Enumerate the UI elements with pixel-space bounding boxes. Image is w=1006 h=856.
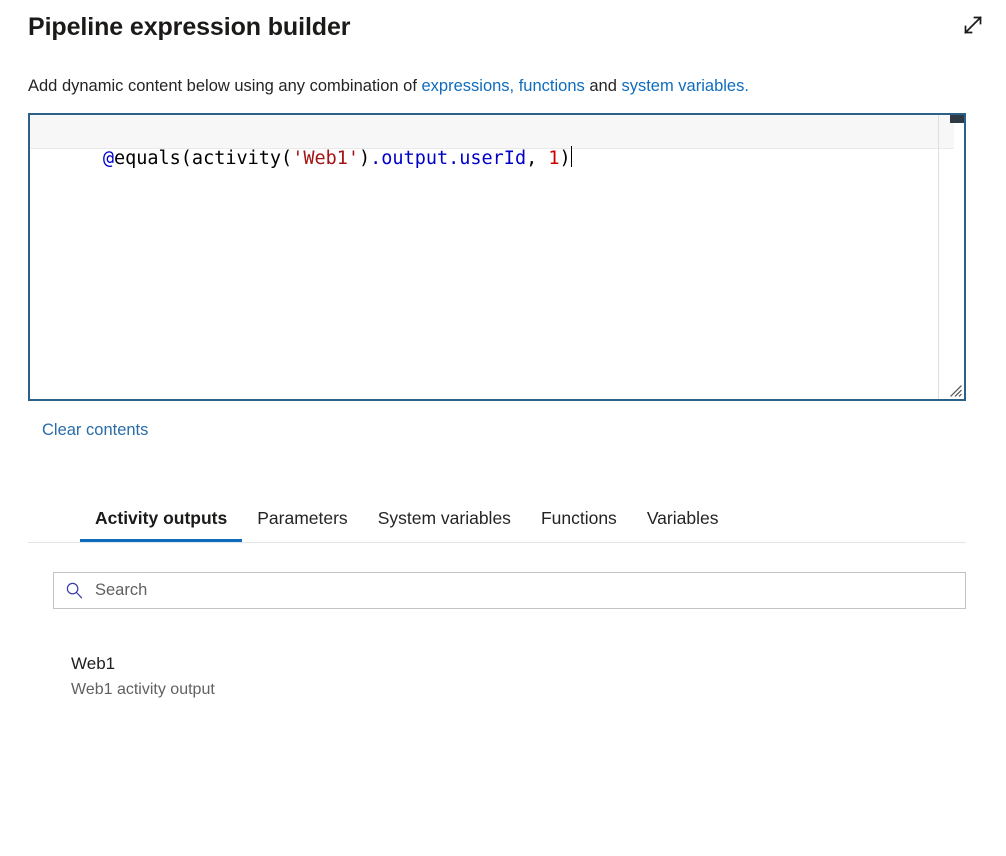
clear-contents-link[interactable]: Clear contents bbox=[42, 419, 148, 441]
activity-output-list: Web1 Web1 activity output bbox=[53, 644, 966, 712]
search-input[interactable] bbox=[93, 573, 955, 608]
tab-list: Activity outputs Parameters System varia… bbox=[80, 495, 733, 543]
description-prefix: Add dynamic content below using any comb… bbox=[28, 77, 422, 95]
search-icon bbox=[64, 581, 84, 601]
system-variables-link[interactable]: system variables. bbox=[621, 77, 748, 95]
text-caret bbox=[570, 146, 572, 167]
dialog-header: Pipeline expression builder bbox=[0, 0, 1006, 60]
expression-editor[interactable]: @equals(activity('Web1').output.userId, … bbox=[28, 113, 966, 401]
token-at: @ bbox=[102, 148, 114, 169]
tab-activity-outputs[interactable]: Activity outputs bbox=[80, 495, 243, 542]
expression-editor-surface[interactable]: @equals(activity('Web1').output.userId, … bbox=[30, 115, 964, 399]
tab-variables[interactable]: Variables bbox=[632, 495, 734, 542]
token-property: .output.userId bbox=[370, 148, 527, 169]
tab-bar-divider bbox=[28, 542, 966, 543]
search-icon-glyph bbox=[66, 582, 82, 599]
editor-scrollbar-thumb[interactable] bbox=[950, 115, 964, 123]
expand-diagonal-icon[interactable] bbox=[954, 6, 992, 44]
tab-parameters[interactable]: Parameters bbox=[242, 495, 362, 542]
description-middle: and bbox=[584, 77, 622, 95]
token-paren-end: ) bbox=[559, 148, 571, 169]
token-number: 1 bbox=[548, 148, 560, 169]
tab-functions[interactable]: Functions bbox=[526, 495, 632, 542]
expressions-functions-link[interactable]: expressions, functions bbox=[422, 77, 585, 95]
token-function: equals(activity( bbox=[113, 148, 293, 169]
list-item[interactable]: Web1 Web1 activity output bbox=[53, 644, 966, 712]
editor-resize-handle[interactable] bbox=[948, 383, 962, 397]
expand-diagonal-icon-glyph bbox=[964, 16, 982, 34]
expression-code-text: @equals(activity('Web1').output.userId, … bbox=[36, 120, 572, 198]
page-title: Pipeline expression builder bbox=[28, 13, 351, 41]
description-text: Add dynamic content below using any comb… bbox=[28, 74, 749, 98]
token-comma: , bbox=[526, 148, 549, 169]
list-item-title: Web1 bbox=[71, 654, 116, 673]
tab-system-variables[interactable]: System variables bbox=[363, 495, 526, 542]
token-string: 'Web1' bbox=[292, 148, 360, 169]
token-paren-close: ) bbox=[359, 148, 371, 169]
search-box[interactable] bbox=[53, 572, 966, 609]
editor-ruler-line bbox=[938, 115, 939, 399]
list-item-subtitle: Web1 activity output bbox=[71, 681, 215, 698]
tab-bar: Activity outputs Parameters System varia… bbox=[28, 495, 966, 543]
